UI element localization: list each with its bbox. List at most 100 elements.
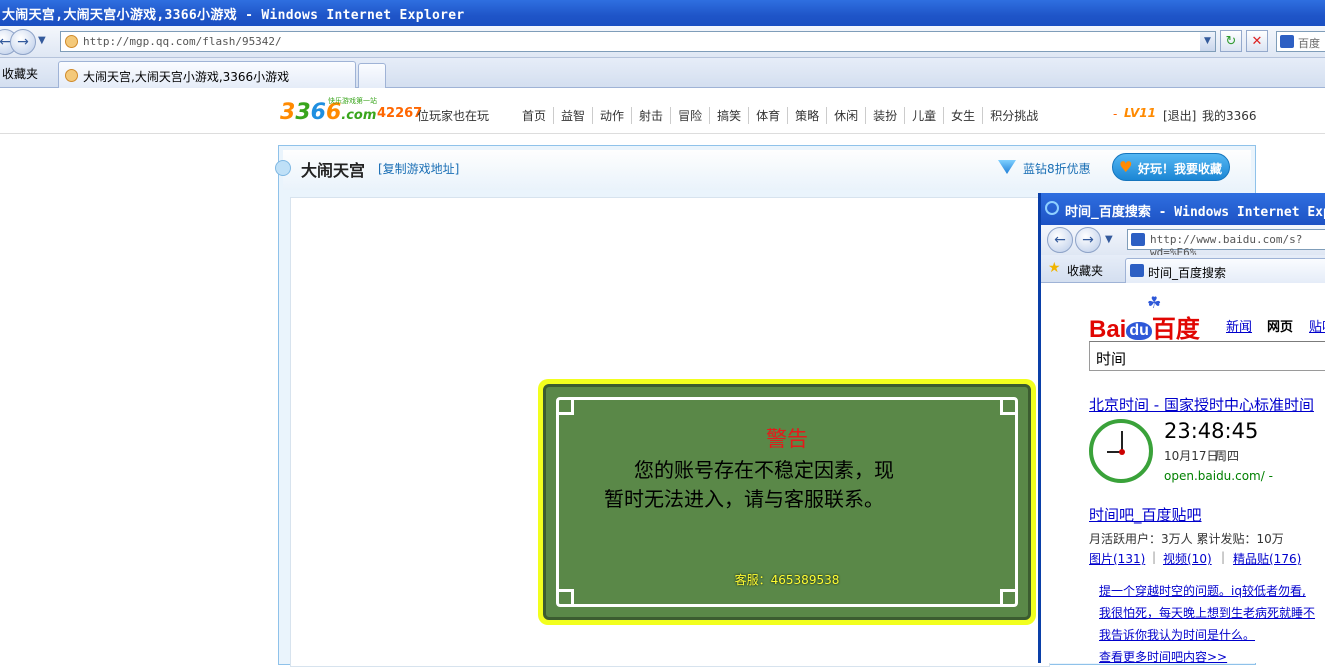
blue-diamond-icon xyxy=(998,160,1016,174)
baidu-tab-title: 时间_百度搜索 xyxy=(1148,266,1227,280)
my-account-link[interactable]: 我的3366 xyxy=(1202,107,1257,124)
baidu-search-icon xyxy=(1280,35,1294,48)
warning-dialog: 警告 您的账号存在不稳定因素，现 暂时无法进入，请与客服联系。 客服：46538… xyxy=(538,379,1036,625)
result-source: open.baidu.com/ - xyxy=(1164,469,1273,483)
warning-line-1: 您的账号存在不稳定因素，现 xyxy=(634,458,894,482)
baidu-history-dropdown-icon[interactable]: ▼ xyxy=(1105,234,1113,245)
nav-item[interactable]: 射击 xyxy=(631,107,670,124)
baidu-window: 时间_百度搜索 - Windows Internet Explorer ← → … xyxy=(1038,193,1325,665)
result-date: 10月17日 xyxy=(1164,449,1219,463)
site-header: 3366.com 快乐游戏第一站 42267 位玩家也在玩 首页 益智 动作 射击 冒险… xyxy=(0,92,1325,134)
search-provider-label: 百度 xyxy=(1298,37,1320,50)
logo-domain: .com xyxy=(341,108,377,123)
tieba-post[interactable]: 我很怕死，每天晚上想到生老病死就睡不 xyxy=(1099,604,1315,621)
result-tieba-featured[interactable]: 精品贴(176) xyxy=(1233,550,1301,567)
tieba-post[interactable]: 提一个穿越时空的问题。iq较低者勿看, xyxy=(1099,582,1306,599)
baidu-tab-favicon-icon xyxy=(1130,264,1144,277)
nav-item[interactable]: 装扮 xyxy=(865,107,904,124)
corner-decor-tl xyxy=(556,397,574,415)
favorites-button[interactable]: 收藏夹 xyxy=(2,65,38,82)
main-window-title: 大闹天宫,大闹天宫小游戏,3366小游戏 - Windows Internet … xyxy=(2,8,465,23)
tieba-more-link[interactable]: 查看更多时间吧内容>> xyxy=(1099,648,1227,665)
logo-tagline: 快乐游戏第一站 xyxy=(328,97,377,105)
main-address-toolbar: ← → ▼ http://mgp.qq.com/flash/95342/ ▼ ↻… xyxy=(0,26,1325,58)
baidu-tab-tieba: 贴吧 xyxy=(1309,320,1325,335)
online-text: 位玩家也在玩 xyxy=(417,109,490,123)
divider: | xyxy=(1221,550,1226,564)
new-tab-button[interactable] xyxy=(358,63,386,88)
baidu-tab-news: 新闻 xyxy=(1226,320,1253,335)
baidu-tab-web[interactable]: 网页 xyxy=(1267,316,1293,335)
result-time: 23:48:45 xyxy=(1164,419,1259,443)
favorites-star-icon: ★ xyxy=(1048,260,1061,276)
clock-center xyxy=(1119,449,1125,455)
main-url-field[interactable]: http://mgp.qq.com/flash/95342/ ▼ xyxy=(60,31,1216,52)
main-window-titlebar: 大闹天宫,大闹天宫小游戏,3366小游戏 - Windows Internet … xyxy=(0,0,1325,26)
warning-line-2: 暂时无法进入，请与客服联系。 xyxy=(604,487,884,511)
baidu-window-titlebar: 时间_百度搜索 - Windows Internet Explorer xyxy=(1041,193,1325,225)
nav-item[interactable]: 首页 xyxy=(522,107,553,124)
baidu-forward-button[interactable]: → xyxy=(1075,227,1101,253)
support-contact: 客服：465389538 xyxy=(734,573,840,587)
logout-link[interactable]: [退出] xyxy=(1163,107,1196,124)
tab-baidu[interactable]: 时间_百度搜索 xyxy=(1125,258,1325,283)
online-count: 42267 xyxy=(377,106,423,121)
url-dropdown-icon[interactable]: ▼ xyxy=(1200,32,1215,51)
nav-item[interactable]: 冒险 xyxy=(670,107,709,124)
nav-item[interactable]: 积分挑战 xyxy=(982,107,1045,124)
favorite-button[interactable]: ♥ 好玩！我要收藏 xyxy=(1112,153,1230,181)
nav-item[interactable]: 益智 xyxy=(553,107,592,124)
result-weekday: 周四 xyxy=(1215,449,1240,463)
result-tieba-stats: 月活跃用户：3万人 累计发贴：10万 xyxy=(1089,532,1284,546)
baidu-back-button[interactable]: ← xyxy=(1047,227,1073,253)
divider: | xyxy=(1152,550,1157,564)
nav-item[interactable]: 儿童 xyxy=(904,107,943,124)
baidu-tab-bar: ★ 收藏夹 时间_百度搜索 xyxy=(1041,255,1325,283)
game-title: 大闹天宫 xyxy=(301,161,366,180)
result-beijing-time-title[interactable]: 北京时间 - 国家授时中心标准时间 xyxy=(1089,394,1314,415)
baidu-address-toolbar: ← → ▼ http://www.baidu.com/s?wd=%E6% xyxy=(1041,225,1325,259)
tab-game[interactable]: 大闹天宫,大闹天宫小游戏,3366小游戏 xyxy=(58,61,356,88)
level-dot: - xyxy=(1113,107,1118,121)
copy-link[interactable]: [复制游戏地址] xyxy=(378,160,459,177)
main-url-text: http://mgp.qq.com/flash/95342/ xyxy=(83,35,282,48)
baidu-search-value: 时间 xyxy=(1096,350,1127,368)
corner-decor-tr xyxy=(1000,397,1018,415)
corner-decor-bl xyxy=(556,589,574,607)
tab-title: 大闹天宫,大闹天宫小游戏,3366小游戏 xyxy=(83,70,290,84)
warning-heading: 警告 xyxy=(766,427,808,451)
blue-diamond-promo[interactable]: 蓝钻8折优惠 xyxy=(1023,160,1091,177)
baidu-favorites-button[interactable]: 收藏夹 xyxy=(1067,262,1103,279)
main-tab-bar: 收藏夹 大闹天宫,大闹天宫小游戏,3366小游戏 xyxy=(0,58,1325,88)
search-box[interactable]: 百度 xyxy=(1276,31,1325,52)
refresh-icon[interactable]: ↻ xyxy=(1220,30,1242,52)
baidu-favicon-icon xyxy=(1131,233,1145,246)
nav-item[interactable]: 搞笑 xyxy=(709,107,748,124)
user-level-badge: LV11 xyxy=(1124,106,1156,120)
heart-icon: ♥ xyxy=(1119,158,1133,176)
nav-item[interactable]: 休闲 xyxy=(826,107,865,124)
corner-decor-br xyxy=(1000,589,1018,607)
stop-icon[interactable]: ✕ xyxy=(1246,30,1268,52)
result-tieba-videos[interactable]: 视频(10) xyxy=(1163,550,1212,567)
baidu-logo[interactable]: Bai du 百度 xyxy=(1089,309,1200,344)
baidu-url-field[interactable]: http://www.baidu.com/s?wd=%E6% xyxy=(1127,229,1325,259)
panel-bullet-icon xyxy=(275,160,291,176)
nav-item[interactable]: 动作 xyxy=(592,107,631,124)
nav-item[interactable]: 体育 xyxy=(748,107,787,124)
baidu-window-title: 时间_百度搜索 - Windows Internet Explorer xyxy=(1065,205,1325,220)
tab-favicon-icon xyxy=(65,69,78,82)
game-panel-header: 大闹天宫 [复制游戏地址] 蓝钻8折优惠 ♥ 好玩！我要收藏 xyxy=(275,150,1251,190)
history-dropdown-icon[interactable]: ▼ xyxy=(38,35,46,46)
clock-icon xyxy=(1089,419,1153,483)
page-favicon-icon xyxy=(65,35,78,48)
tieba-post[interactable]: 我告诉你我认为时间是什么。 xyxy=(1099,626,1255,643)
result-tieba-images[interactable]: 图片(131) xyxy=(1089,550,1145,567)
favorite-button-label: 好玩！我要收藏 xyxy=(1138,162,1223,176)
nav-item[interactable]: 策略 xyxy=(787,107,826,124)
nav-item[interactable]: 女生 xyxy=(943,107,982,124)
result-tieba-title[interactable]: 时间吧_百度贴吧 xyxy=(1089,504,1202,525)
forward-button[interactable]: → xyxy=(10,29,36,55)
ie-logo-icon xyxy=(1045,201,1059,215)
baidu-search-input[interactable]: 时间 xyxy=(1089,341,1325,371)
